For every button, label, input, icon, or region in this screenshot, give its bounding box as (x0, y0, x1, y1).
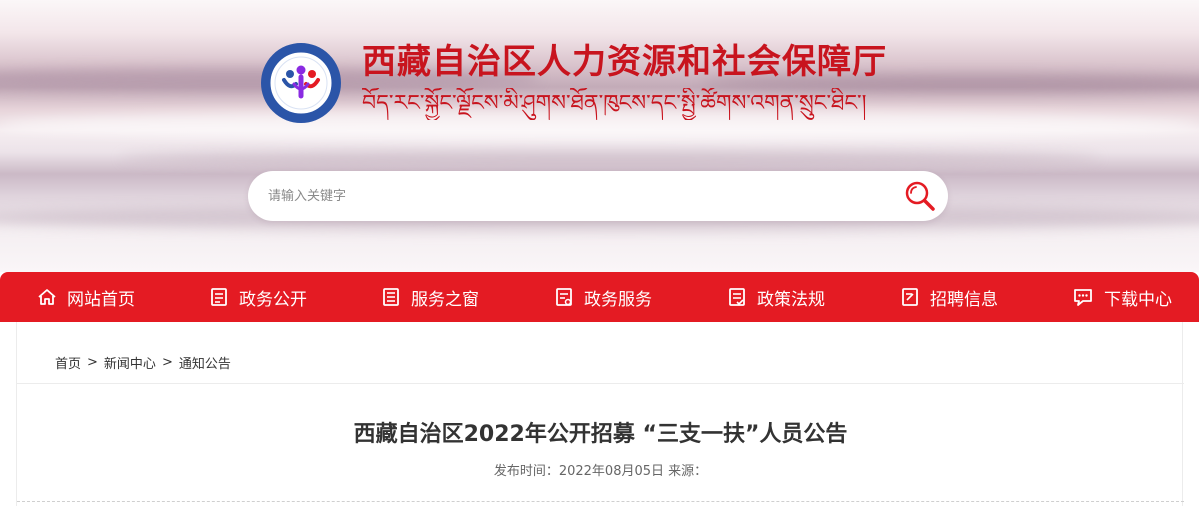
search-input[interactable] (268, 171, 888, 221)
site-title: 西藏自治区人力资源和社会保障厅 (362, 42, 887, 82)
breadcrumb-notices[interactable]: 通知公告 (179, 353, 231, 372)
header-background-streak (120, 150, 1100, 166)
nav-item-label: 政策法规 (757, 289, 825, 310)
chat-download-icon (1074, 289, 1092, 306)
nav-item-government-affairs[interactable]: 政务公开 (208, 272, 307, 322)
breadcrumb-separator: > (87, 354, 98, 370)
breadcrumb-home[interactable]: 首页 (55, 353, 81, 372)
nav-item-label: 服务之窗 (411, 289, 479, 310)
main-nav: 网站首页 政务公开 服务之窗 政务服务 政策法规 招聘信息 下载中心 (0, 272, 1199, 322)
search-bar (248, 171, 948, 221)
nav-item-policies[interactable]: 政策法规 (726, 272, 825, 322)
nav-item-government-services[interactable]: 政务服务 (553, 272, 652, 322)
search-icon[interactable] (902, 178, 938, 214)
people-emblem-icon[interactable] (261, 43, 341, 123)
service-doc-icon (556, 288, 572, 306)
article-meta: 发布时间：2022年08月05日 来源： (493, 464, 708, 479)
breadcrumb-separator: > (161, 354, 173, 370)
nav-item-download-center[interactable]: 下载中心 (1071, 272, 1172, 322)
breadcrumb-divider (17, 383, 1184, 384)
article-title: 西藏自治区2022年公开招募 “三支一扶”人员公告 (353, 422, 848, 447)
nav-item-recruitment[interactable]: 招聘信息 (899, 272, 998, 322)
article-divider (17, 501, 1184, 502)
site-header: 西藏自治区人力资源和社会保障厅 བོད་རང་སྐྱོང་ལྗོངས་མི་ཤུ… (0, 0, 1199, 272)
nav-item-label: 网站首页 (67, 289, 135, 310)
nav-item-home[interactable]: 网站首页 (36, 272, 135, 322)
nav-item-label: 招聘信息 (930, 289, 998, 310)
nav-item-label: 政务服务 (584, 289, 652, 310)
nav-item-label: 下载中心 (1104, 289, 1172, 310)
nav-item-label: 政务公开 (239, 289, 307, 310)
home-icon (38, 289, 56, 305)
window-doc-icon (383, 288, 399, 306)
breadcrumb: 首页 > 新闻中心 > 通知公告 (55, 352, 231, 372)
policy-doc-icon (729, 288, 745, 306)
recruit-doc-icon (902, 288, 918, 306)
breadcrumb-news-center[interactable]: 新闻中心 (104, 353, 156, 372)
site-subtitle-tibetan: བོད་རང་སྐྱོང་ལྗོངས་མི་ཤུགས་ཐོན་ཁུངས་དང་ས… (362, 91, 867, 116)
nav-item-service-window[interactable]: 服务之窗 (380, 272, 479, 322)
document-icon (211, 288, 227, 306)
article-container: 首页 > 新闻中心 > 通知公告 西藏自治区2022年公开招募 “三支一扶”人员… (16, 322, 1184, 506)
